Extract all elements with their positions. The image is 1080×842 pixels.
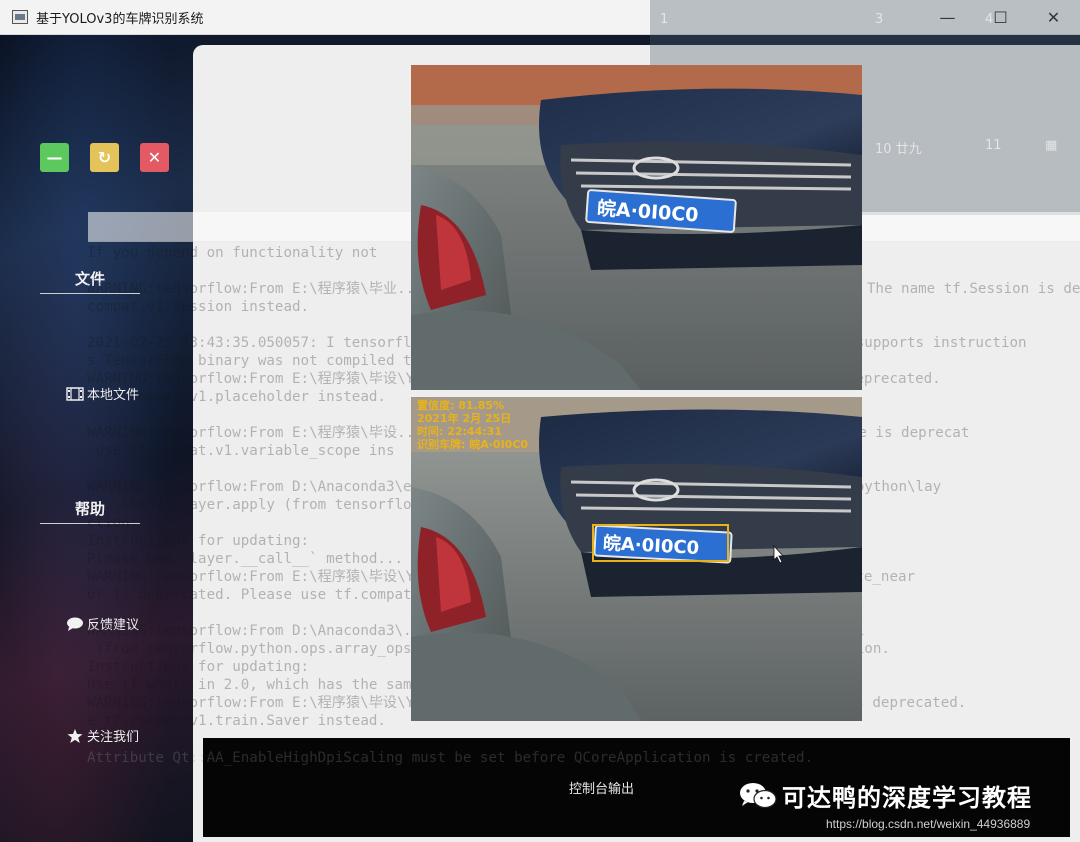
app-minimize-button[interactable]: —: [40, 143, 69, 172]
calendar-cell: 3: [875, 12, 884, 27]
calendar-cell: ▦: [1045, 138, 1058, 153]
sidebar-item-follow-us[interactable]: 关注我们: [66, 726, 139, 745]
app-restore-button[interactable]: ↻: [90, 143, 119, 172]
calendar-cell: 4: [985, 12, 994, 27]
date-label: 2021年 2月 25日: [417, 411, 511, 425]
sidebar-item-feedback[interactable]: 反馈建议: [66, 614, 139, 633]
calendar-cell: 11: [985, 138, 1002, 153]
film-icon: [66, 386, 84, 401]
original-image: 皖A·0I0C0: [411, 65, 862, 390]
plate-result-label: 识别车牌: 皖A·0I0C0: [417, 437, 528, 451]
sidebar-item-label: 反馈建议: [87, 618, 140, 633]
chat-bubble-icon: [66, 617, 84, 631]
section-title-help: 帮助: [40, 498, 140, 524]
window-title: 基于YOLOv3的车牌识别系统: [36, 11, 204, 27]
watermark-name: 可达鸭的深度学习教程: [782, 784, 1032, 812]
sidebar-item-label: 本地文件: [87, 388, 140, 403]
app-icon: [12, 10, 28, 24]
wechat-logo-icon: [738, 780, 778, 810]
time-label: 时间: 22:44:31: [417, 424, 502, 438]
sidebar: — ↻ ✕ 文件 本地文件 帮助 反馈建议 关注我们: [0, 35, 200, 842]
calendar-cell: 10 廿九: [875, 142, 922, 157]
section-title-file: 文件: [40, 268, 140, 294]
sidebar-item-label: 关注我们: [87, 730, 140, 745]
calendar-cell: 1: [660, 12, 669, 27]
app-close-button[interactable]: ✕: [140, 143, 169, 172]
console-overlay-line: Attribute Qt::AA_EnableHighDpiScaling mu…: [87, 750, 814, 766]
confidence-label: 置信度: 81.85%: [417, 398, 504, 412]
sidebar-item-local-file[interactable]: 本地文件: [66, 384, 139, 403]
star-icon: [66, 728, 84, 743]
detection-result-image: 皖A·0I0C0 置信度: 81.85% 2021年 2月 25日 时间: 22…: [411, 397, 862, 721]
watermark-url: https://blog.csdn.net/weixin_44936889: [826, 817, 1031, 831]
console-output-label: 控制台输出: [568, 782, 634, 797]
